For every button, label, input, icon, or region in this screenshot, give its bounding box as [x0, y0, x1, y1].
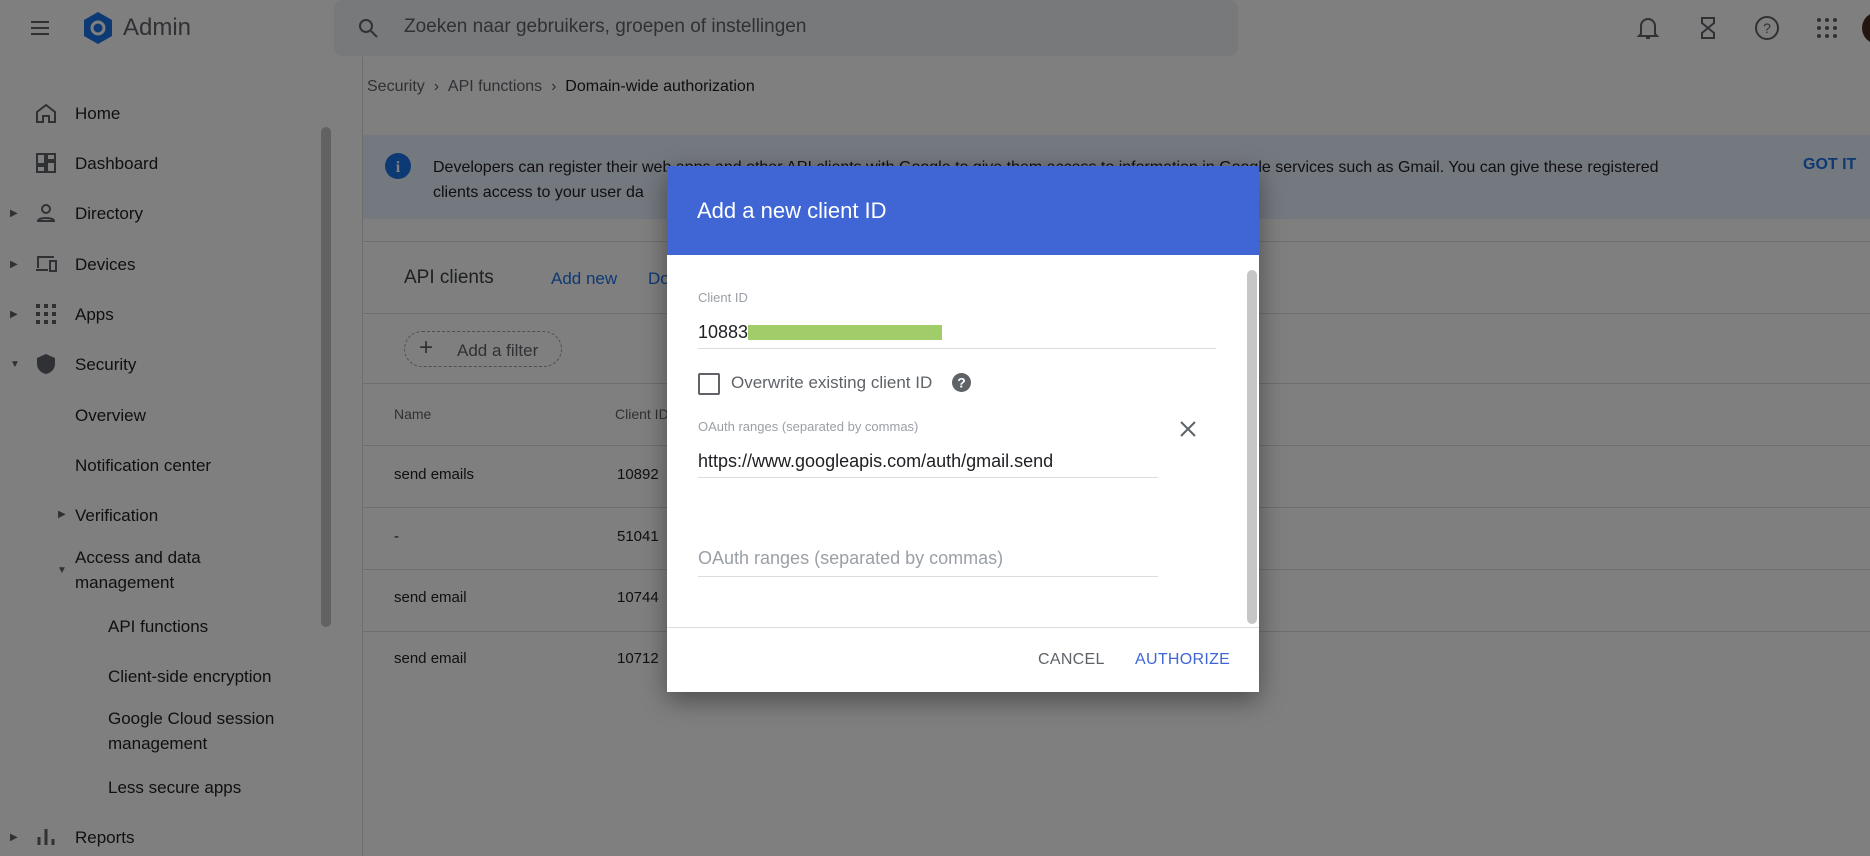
overwrite-checkbox[interactable]	[698, 373, 720, 395]
close-icon[interactable]	[1178, 419, 1198, 439]
dialog-scrollbar[interactable]	[1247, 270, 1257, 624]
redaction-mark	[748, 325, 942, 340]
oauth-label: OAuth ranges (separated by commas)	[698, 419, 919, 434]
client-id-label: Client ID	[698, 290, 748, 305]
dialog-title: Add a new client ID	[667, 166, 1259, 255]
svg-text:?: ?	[957, 375, 966, 391]
help-icon[interactable]: ?	[952, 373, 971, 392]
authorize-button[interactable]: AUTHORIZE	[1135, 651, 1230, 669]
cancel-button[interactable]: CANCEL	[1038, 651, 1105, 669]
add-client-id-dialog: Add a new client ID Client ID 10883 Over…	[667, 166, 1259, 692]
overwrite-label[interactable]: Overwrite existing client ID	[731, 373, 932, 393]
